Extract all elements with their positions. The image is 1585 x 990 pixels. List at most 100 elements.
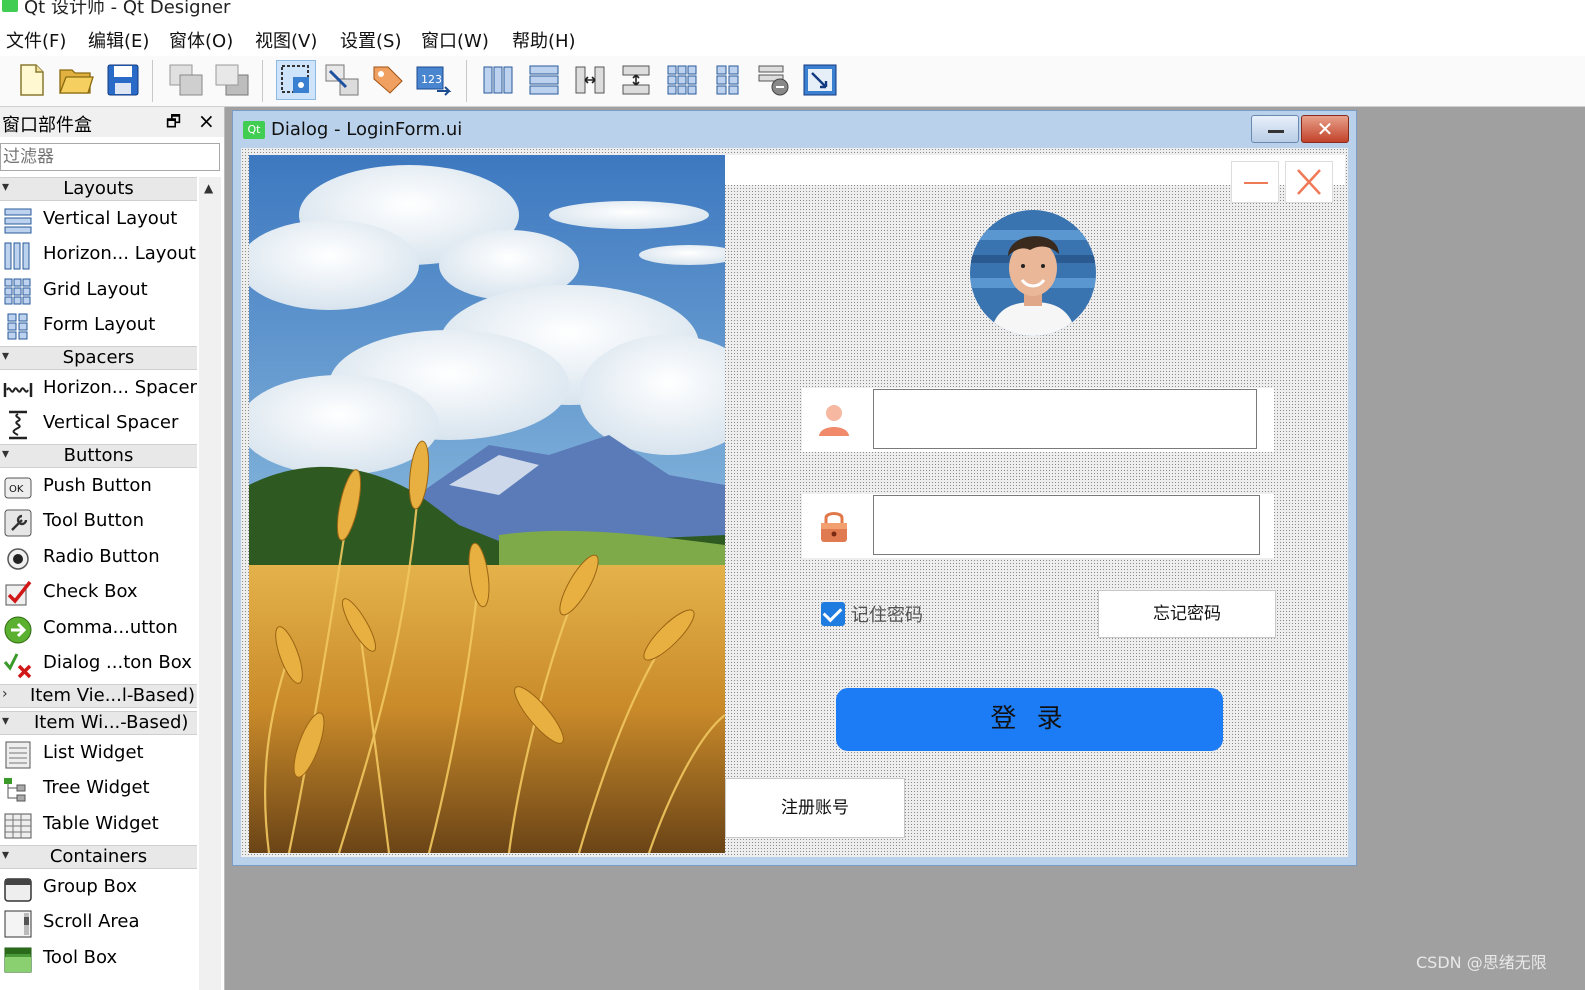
- widget-dialog-button-box[interactable]: Dialog ...ton Box: [0, 647, 197, 682]
- toolbar: 123: [0, 56, 1585, 107]
- widget-box-title: 窗口部件盒: [2, 115, 92, 136]
- register-button[interactable]: 注册账号: [725, 778, 905, 838]
- close-icon: [1297, 169, 1321, 195]
- adjust-size-icon[interactable]: [800, 60, 840, 100]
- menu-settings[interactable]: 设置(S): [340, 27, 401, 53]
- category-buttons[interactable]: ▾ Buttons: [0, 444, 197, 468]
- layout-vertical-splitter-icon[interactable]: [616, 60, 656, 100]
- widget-table-widget[interactable]: Table Widget: [0, 808, 197, 843]
- horizontal-layout-icon: [4, 242, 30, 270]
- edit-buddies-icon[interactable]: [368, 60, 408, 100]
- save-icon[interactable]: [103, 60, 143, 100]
- category-item-views[interactable]: › Item Vie...l-Based): [0, 684, 197, 708]
- layout-grid-icon[interactable]: [662, 60, 702, 100]
- widget-push-button[interactable]: OK Push Button: [0, 470, 197, 505]
- widget-horizontal-spacer[interactable]: Horizon... Spacer: [0, 372, 197, 407]
- widget-box-panel: 窗口部件盒 🗗 × ▾ Layouts Vertical Layout Hori…: [0, 107, 225, 990]
- menu-form[interactable]: 窗体(O): [169, 27, 233, 53]
- svg-text:123: 123: [421, 73, 442, 86]
- chevron-up-icon[interactable]: ▲: [204, 181, 213, 195]
- grid-layout-icon: [4, 278, 31, 305]
- minimize-button[interactable]: [1251, 115, 1299, 143]
- menu-view[interactable]: 视图(V): [255, 27, 317, 53]
- form-close-button[interactable]: [1285, 161, 1333, 203]
- remember-password-checkbox[interactable]: 记住密码: [821, 601, 923, 627]
- layout-vertical-icon[interactable]: [524, 60, 564, 100]
- category-item-widgets[interactable]: ▾ Item Wi...-Based): [0, 711, 197, 735]
- layout-form-icon[interactable]: [708, 60, 748, 100]
- widget-horizontal-layout[interactable]: Horizon... Layout: [0, 238, 197, 273]
- menu-help[interactable]: 帮助(H): [512, 27, 576, 53]
- checkbox-checked-icon[interactable]: [821, 602, 845, 626]
- widget-vertical-layout[interactable]: Vertical Layout: [0, 203, 197, 238]
- bring-to-front-icon[interactable]: [212, 60, 252, 100]
- user-icon: [819, 405, 849, 436]
- radio-button-icon: [7, 548, 29, 570]
- form-canvas: 记住密码 忘记密码 登 录 注册账号: [241, 148, 1348, 857]
- forgot-password-button[interactable]: 忘记密码: [1098, 590, 1276, 638]
- vertical-layout-icon: [4, 208, 32, 234]
- tool-button-icon: [4, 509, 32, 537]
- widget-grid-layout[interactable]: Grid Layout: [0, 274, 197, 309]
- category-containers[interactable]: ▾ Containers: [0, 845, 197, 869]
- open-folder-icon[interactable]: [56, 60, 96, 100]
- avatar: [970, 210, 1096, 336]
- widget-group-box[interactable]: Group Box: [0, 871, 197, 906]
- table-widget-icon: [4, 813, 32, 839]
- category-layouts[interactable]: ▾ Layouts: [0, 177, 197, 201]
- layout-horizontal-splitter-icon[interactable]: [570, 60, 610, 100]
- widget-form-layout[interactable]: Form Layout: [0, 309, 197, 344]
- edit-signals-slots-icon[interactable]: [322, 60, 362, 100]
- username-input[interactable]: [873, 389, 1257, 449]
- menu-bar: 文件(F) 编辑(E) 窗体(O) 视图(V) 设置(S) 窗口(W) 帮助(H…: [0, 20, 1585, 56]
- lock-icon: [821, 512, 847, 542]
- push-button-icon: OK: [4, 477, 32, 499]
- svg-text:OK: OK: [9, 484, 24, 495]
- layout-horizontal-icon[interactable]: [478, 60, 518, 100]
- close-button[interactable]: ✕: [1301, 115, 1349, 143]
- vertical-spacer-icon: [9, 410, 27, 440]
- send-to-back-icon[interactable]: [166, 60, 206, 100]
- landscape-image: [249, 155, 725, 853]
- close-panel-icon[interactable]: ×: [198, 109, 215, 133]
- edit-tab-order-icon[interactable]: 123: [414, 60, 454, 100]
- horizontal-spacer-icon: [3, 383, 33, 397]
- widget-check-box[interactable]: Check Box: [0, 576, 197, 611]
- category-spacers[interactable]: ▾ Spacers: [0, 346, 197, 370]
- form-layout-icon: [7, 313, 28, 340]
- break-layout-icon[interactable]: [754, 60, 794, 100]
- widget-box-scrollbar[interactable]: ▲: [199, 177, 221, 990]
- username-row: [802, 388, 1274, 452]
- title-bar: Qt 设计师 - Qt Designer: [0, 0, 1585, 20]
- menu-window[interactable]: 窗口(W): [421, 27, 489, 53]
- widget-command-link-button[interactable]: Comma...utton: [0, 612, 197, 647]
- scroll-area-icon: [4, 910, 32, 938]
- menu-file[interactable]: 文件(F): [6, 27, 66, 53]
- chevron-down-icon: ▾: [2, 713, 10, 729]
- list-widget-icon: [5, 741, 31, 769]
- window-title: Qt 设计师 - Qt Designer: [24, 0, 231, 18]
- widget-filter-input[interactable]: [0, 143, 220, 171]
- password-row: [802, 494, 1274, 558]
- widget-tool-button[interactable]: Tool Button: [0, 505, 197, 540]
- edit-widgets-icon[interactable]: [276, 60, 316, 100]
- widget-box-title-bar: 窗口部件盒 🗗 ×: [0, 107, 224, 137]
- float-panel-icon[interactable]: 🗗: [166, 111, 181, 138]
- widget-tree-widget[interactable]: Tree Widget: [0, 772, 197, 807]
- qt-icon: Qt: [243, 121, 265, 139]
- widget-list-widget[interactable]: List Widget: [0, 737, 197, 772]
- tree-widget-icon: [4, 778, 26, 802]
- password-input[interactable]: [873, 495, 1260, 555]
- form-minimize-button[interactable]: [1231, 161, 1279, 203]
- login-button[interactable]: 登 录: [836, 688, 1223, 751]
- form-window: Qt Dialog - LoginForm.ui ✕ 记住密码 忘记密码 登 录…: [232, 110, 1357, 866]
- widget-vertical-spacer[interactable]: Vertical Spacer: [0, 407, 197, 442]
- tool-box-icon: [4, 947, 32, 973]
- widget-scroll-area[interactable]: Scroll Area: [0, 906, 197, 941]
- new-file-icon[interactable]: [12, 60, 52, 100]
- watermark: CSDN @思绪无限: [1416, 953, 1547, 972]
- widget-radio-button[interactable]: Radio Button: [0, 541, 197, 576]
- widget-tool-box[interactable]: Tool Box: [0, 942, 197, 977]
- menu-edit[interactable]: 编辑(E): [88, 27, 149, 53]
- form-window-title: Dialog - LoginForm.ui: [271, 119, 463, 140]
